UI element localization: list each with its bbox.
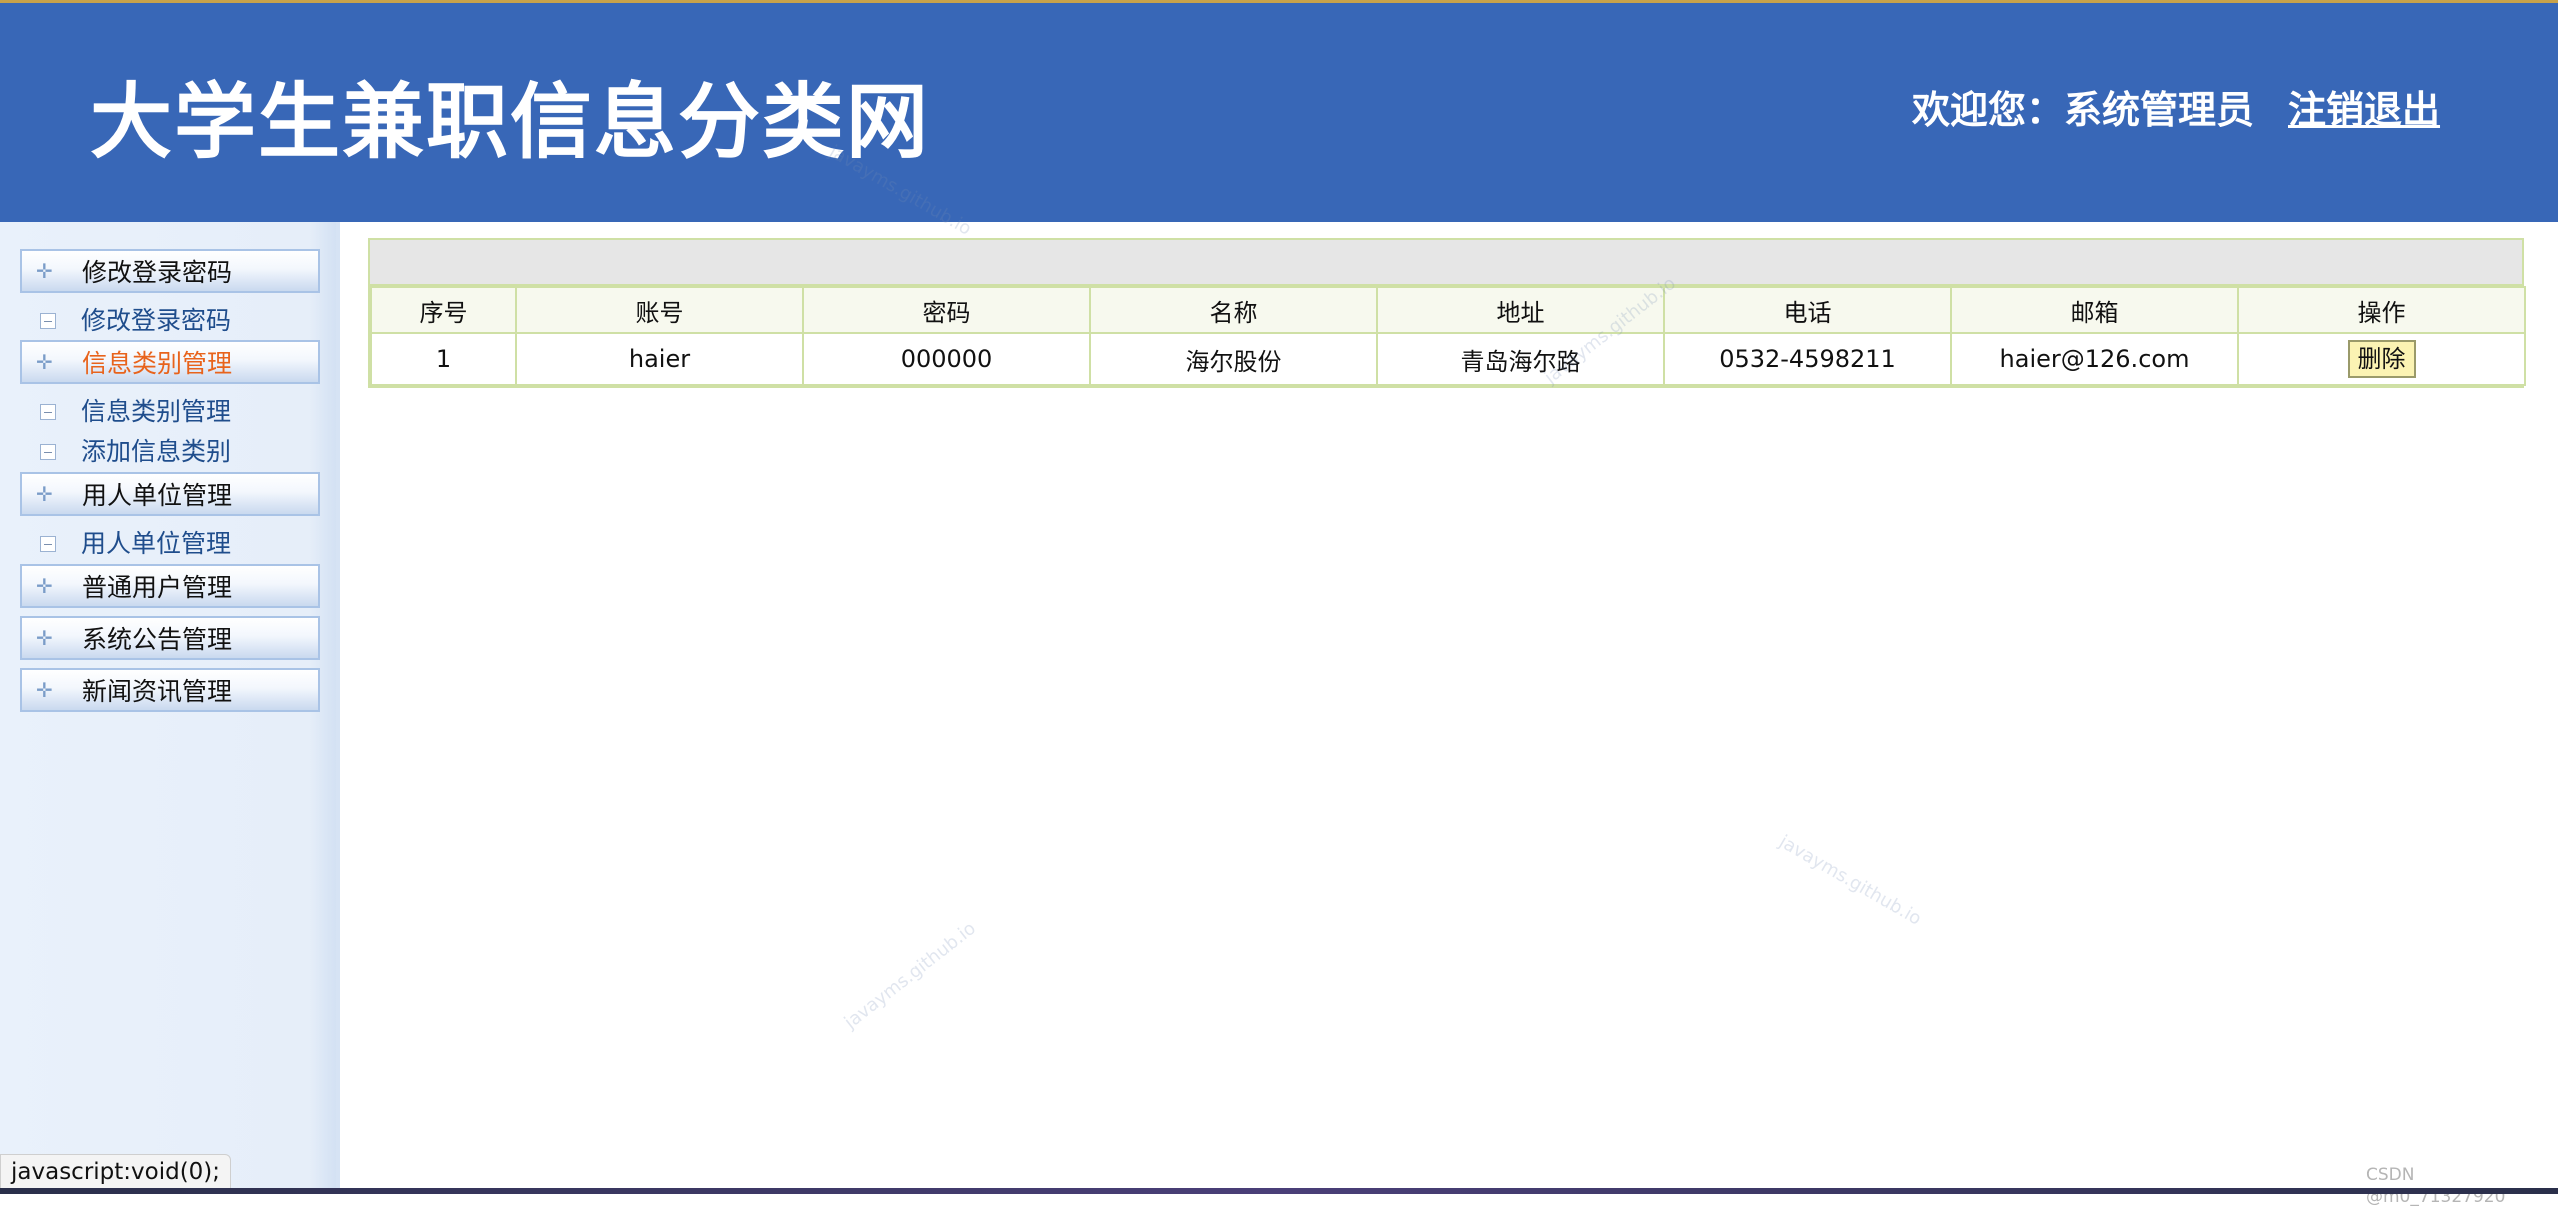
- logout-link[interactable]: 注销退出: [2288, 85, 2440, 135]
- menu-group-label: 普通用户管理: [82, 573, 233, 602]
- column-header: 密码: [802, 286, 1091, 334]
- minus-box-icon: [40, 536, 56, 552]
- employer-table: 序号 账号 密码 名称 地址 电话 邮箱 操作 1 haier 000000 海…: [370, 286, 2526, 386]
- site-title: 大学生兼职信息分类网: [90, 75, 931, 170]
- menu-group-label: 新闻资讯管理: [82, 677, 233, 706]
- menu-group-label: 修改登录密码: [82, 258, 233, 287]
- corner-credit: CSDN @m0_71327920: [2366, 1165, 2506, 1207]
- cell-name: 海尔股份: [1089, 332, 1378, 386]
- menu-group-news[interactable]: ✛ 新闻资讯管理: [20, 668, 320, 712]
- menu-group-notice[interactable]: ✛ 系统公告管理: [20, 616, 320, 660]
- watermark: javayms.github.io: [840, 917, 980, 1034]
- menu-group-label: 信息类别管理: [82, 349, 233, 378]
- menu-group-change-password[interactable]: ✛ 修改登录密码: [20, 249, 320, 293]
- plus-icon: ✛: [36, 678, 53, 702]
- plus-icon: ✛: [36, 259, 53, 283]
- cell-address: 青岛海尔路: [1376, 332, 1665, 386]
- column-header: 邮箱: [1950, 286, 2239, 334]
- table-header-row: 序号 账号 密码 名称 地址 电话 邮箱 操作: [370, 286, 2526, 334]
- menu-group-info-category[interactable]: ✛ 信息类别管理: [20, 340, 320, 384]
- column-header: 操作: [2237, 286, 2526, 334]
- minus-box-icon: [40, 444, 56, 460]
- column-header: 账号: [515, 286, 804, 334]
- cell-phone: 0532-4598211: [1663, 332, 1952, 386]
- table-row: 1 haier 000000 海尔股份 青岛海尔路 0532-4598211 h…: [370, 332, 2526, 386]
- cell-account: haier: [515, 332, 804, 386]
- plus-icon: ✛: [36, 482, 53, 506]
- plus-icon: ✛: [36, 626, 53, 650]
- menu-group-label: 用人单位管理: [82, 481, 233, 510]
- delete-button[interactable]: 删除: [2347, 340, 2416, 378]
- column-header: 序号: [370, 286, 517, 334]
- minus-box-icon: [40, 404, 56, 420]
- minus-box-icon: [40, 313, 56, 329]
- cell-index: 1: [370, 332, 517, 386]
- header-banner: 大学生兼职信息分类网 欢迎您：系统管理员 注销退出: [0, 0, 2558, 222]
- cell-action: 删除: [2237, 332, 2526, 386]
- menu-item-label: 添加信息类别: [81, 437, 232, 466]
- column-header: 名称: [1089, 286, 1378, 334]
- table-title-bar: [370, 240, 2522, 286]
- cell-email: haier@126.com: [1950, 332, 2239, 386]
- browser-status-bar: javascript:void(0);: [0, 1154, 232, 1190]
- sidebar: ✛ 修改登录密码 修改登录密码 ✛ 信息类别管理 信息类别管理 添加信息类别 ✛…: [0, 222, 340, 1194]
- welcome-text: 欢迎您：系统管理员: [1912, 88, 2255, 132]
- menu-item-label: 修改登录密码: [81, 306, 232, 335]
- menu-item-label: 用人单位管理: [81, 529, 232, 558]
- window-bottom-edge: [0, 1188, 2558, 1194]
- menu-item-label: 信息类别管理: [81, 397, 232, 426]
- plus-icon: ✛: [36, 574, 53, 598]
- menu-group-employer[interactable]: ✛ 用人单位管理: [20, 472, 320, 516]
- menu-group-label: 系统公告管理: [82, 625, 233, 654]
- cell-password: 000000: [802, 332, 1091, 386]
- employer-table-panel: 序号 账号 密码 名称 地址 电话 邮箱 操作 1 haier 000000 海…: [368, 238, 2526, 388]
- plus-icon: ✛: [36, 350, 53, 374]
- menu-group-user[interactable]: ✛ 普通用户管理: [20, 564, 320, 608]
- watermark: javayms.github.io: [1775, 831, 1925, 930]
- column-header: 电话: [1663, 286, 1952, 334]
